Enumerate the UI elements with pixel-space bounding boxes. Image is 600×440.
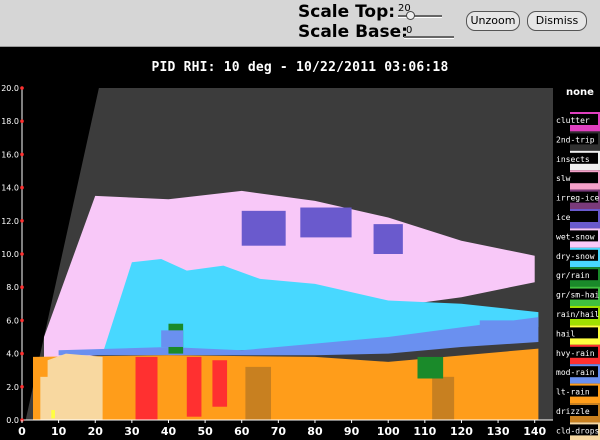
x-tick-label: 50 xyxy=(197,425,213,438)
y-tick-label: 14.0 xyxy=(1,184,19,193)
cell-cld-drops xyxy=(40,376,59,420)
x-tick-label: 20 xyxy=(88,425,104,438)
legend-label: irreg-ice xyxy=(556,194,600,203)
y-tick-mark xyxy=(20,152,24,157)
y-tick-label: 12.0 xyxy=(1,217,19,226)
cell-ice xyxy=(373,224,403,254)
x-tick-label: 100 xyxy=(377,425,400,438)
legend-label: gr/rain xyxy=(556,271,590,280)
y-tick-mark xyxy=(20,185,24,190)
legend: none clutter 2nd-trip insects slw irreg-ice ic… xyxy=(554,87,600,440)
y-tick-label: 10.0 xyxy=(1,250,19,259)
cell-drizzle xyxy=(432,376,455,420)
x-tick-label: 10 xyxy=(51,425,67,438)
legend-label: hail xyxy=(556,329,575,338)
legend-label: insects xyxy=(556,155,590,164)
y-tick-mark xyxy=(20,86,24,90)
y-tick-mark xyxy=(20,318,24,323)
cell-ice xyxy=(300,207,352,238)
legend-label: cld-drops xyxy=(556,426,600,435)
cell-ice xyxy=(241,210,286,246)
cell-gr/rain xyxy=(417,356,444,379)
y-tick-label: 4.0 xyxy=(6,350,19,359)
x-tick-label: 130 xyxy=(487,425,510,438)
legend-label: mod-rain xyxy=(556,368,595,377)
legend-label: dry-snow xyxy=(556,252,595,261)
x-tick-label: 140 xyxy=(523,425,546,438)
x-tick-label: 40 xyxy=(161,425,177,438)
y-tick-label: 2.0 xyxy=(6,383,19,392)
y-tick-label: 8.0 xyxy=(6,283,19,292)
cell-hail xyxy=(51,410,55,419)
legend-label: drizzle xyxy=(556,407,590,416)
legend-label: ice xyxy=(556,213,571,222)
legend-label: hvy-rain xyxy=(556,349,595,358)
legend-label: clutter xyxy=(556,116,590,125)
cell-hvy-rain xyxy=(186,356,202,417)
legend-label: 2nd-trip xyxy=(556,135,595,144)
y-tick-mark xyxy=(20,119,24,123)
legend-label: gr/sm-hail xyxy=(556,291,600,300)
y-tick-label: 18.0 xyxy=(1,117,19,126)
legend-label: lt-rain xyxy=(556,388,590,397)
legend-header: none xyxy=(566,87,594,98)
x-tick-label: 0 xyxy=(18,425,26,438)
y-tick-label: 16.0 xyxy=(1,150,19,159)
region-lt-rain xyxy=(33,348,539,420)
cell-hvy-rain xyxy=(135,356,158,420)
y-tick-mark xyxy=(20,285,24,290)
y-tick-mark xyxy=(20,219,24,223)
x-tick-label: 120 xyxy=(450,425,473,438)
x-tick-label: 30 xyxy=(124,425,140,438)
x-tick-label: 70 xyxy=(271,425,287,438)
y-tick-mark xyxy=(20,252,24,256)
plot-area xyxy=(22,88,554,420)
y-tick-label: 6.0 xyxy=(6,316,19,325)
x-tick-label: 60 xyxy=(234,425,250,438)
pid-rhi-chart: 0.0 2.0 4.0 6.0 8.0 10.0 12.0 14.0 16.0 18.0 20.0 0… xyxy=(1,84,600,440)
y-tick-mark xyxy=(20,351,24,356)
cell-hvy-rain xyxy=(212,360,228,407)
y-tick-label: 0.0 xyxy=(6,416,19,425)
x-tick-label: 90 xyxy=(344,425,360,438)
y-tick-label: 20.0 xyxy=(1,84,19,93)
x-tick-label: 80 xyxy=(307,425,323,438)
legend-label: rain/hail xyxy=(556,310,600,319)
x-tick-label: 110 xyxy=(413,425,436,438)
cell-drizzle xyxy=(245,366,272,420)
y-tick-mark xyxy=(20,385,24,389)
cell-mod-rain xyxy=(479,320,513,337)
cell-mod-rain xyxy=(161,330,184,347)
legend-label: slw xyxy=(556,174,571,183)
legend-label: wet-snow xyxy=(556,232,595,241)
